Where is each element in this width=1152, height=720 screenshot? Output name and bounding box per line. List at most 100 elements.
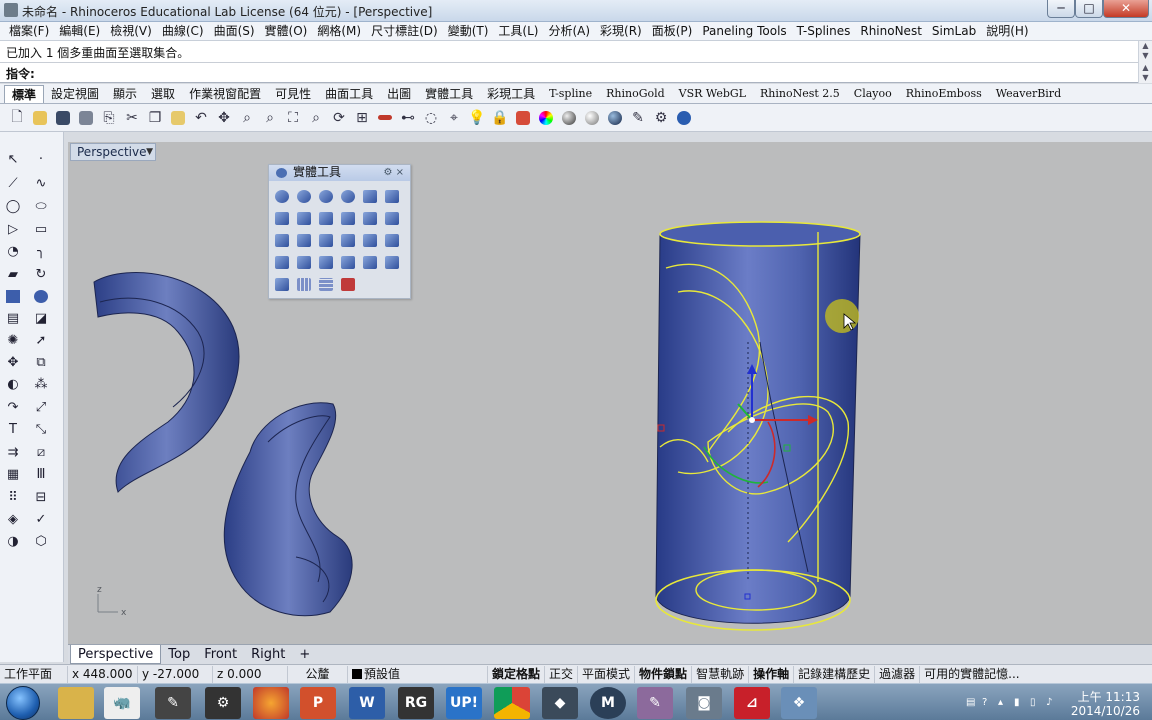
properties-icon[interactable]: ✎ <box>627 107 649 129</box>
tab-clayoo[interactable]: Clayoo <box>847 85 899 103</box>
tray-arrow-icon[interactable]: ▴ <box>998 697 1009 708</box>
firefox-icon[interactable] <box>253 687 289 719</box>
box-solid-icon[interactable] <box>2 285 24 307</box>
menu-help[interactable]: 說明(H) <box>981 22 1033 40</box>
chrome-icon[interactable] <box>494 687 530 719</box>
rotate-icon[interactable]: ↷ <box>2 396 24 418</box>
arc-icon[interactable]: ◔ <box>2 240 24 262</box>
color-wheel-icon[interactable] <box>535 107 557 129</box>
tab-viewport-layout[interactable]: 作業視窗配置 <box>182 85 268 103</box>
zoom-extents-icon[interactable]: ⛶ <box>282 107 304 129</box>
keyshot-icon[interactable]: ◆ <box>542 687 578 719</box>
copy-icon[interactable]: ❐ <box>144 107 166 129</box>
toolkit-icon[interactable]: ⚙ <box>205 687 241 719</box>
pan-icon[interactable]: ✥ <box>213 107 235 129</box>
dimension-icon[interactable]: ⤡ <box>30 418 52 440</box>
menu-simlab[interactable]: SimLab <box>927 22 981 40</box>
delete-mesh-icon[interactable] <box>338 274 358 294</box>
grid-array-icon[interactable]: ⠿ <box>2 486 24 508</box>
word-icon[interactable]: W <box>349 687 385 719</box>
twisted-ribbon-left[interactable] <box>93 272 240 493</box>
menu-panels[interactable]: 面板(P) <box>647 22 698 40</box>
array-icon[interactable]: Ⅲ <box>30 463 52 485</box>
tab-right[interactable]: Right <box>244 645 292 664</box>
lock-icon[interactable]: 🔒 <box>489 107 511 129</box>
app-icon[interactable]: ❖ <box>781 687 817 719</box>
rotate-hole-icon[interactable] <box>382 230 402 250</box>
paint-icon[interactable]: ✎ <box>637 687 673 719</box>
analyze-icon[interactable]: ◈ <box>2 508 24 530</box>
minimize-button[interactable]: ─ <box>1047 0 1075 18</box>
gear-icon[interactable]: ⚙ <box>383 167 392 178</box>
perspective-viewport[interactable]: z x <box>68 142 1152 644</box>
close-button[interactable]: ✕ <box>1103 0 1149 18</box>
check-solid-icon[interactable] <box>272 274 292 294</box>
menu-tools[interactable]: 工具(L) <box>493 22 543 40</box>
move-edge-icon[interactable] <box>294 230 314 250</box>
twisted-ribbon-middle[interactable] <box>223 402 353 617</box>
polygon-icon[interactable]: ▷ <box>2 218 24 240</box>
layer-icon[interactable] <box>512 107 534 129</box>
zoom-window-icon[interactable]: ⌕ <box>259 107 281 129</box>
tray-volume-icon[interactable]: ♪ <box>1046 697 1057 708</box>
text-solid-icon[interactable] <box>316 252 336 272</box>
revolve-icon[interactable]: ↻ <box>30 263 52 285</box>
menu-paneling-tools[interactable]: Paneling Tools <box>697 22 791 40</box>
grid-snap-icon[interactable]: ◌ <box>420 107 442 129</box>
scale-icon[interactable]: ⤢ <box>30 396 52 418</box>
boolean-union-icon[interactable] <box>30 285 52 307</box>
explorer-icon[interactable] <box>58 687 94 719</box>
tab-rhinogold[interactable]: RhinoGold <box>599 85 672 103</box>
tab-top[interactable]: Top <box>161 645 197 664</box>
split-icon[interactable]: ⧄ <box>30 441 52 463</box>
delete-hole-icon[interactable] <box>294 252 314 272</box>
boolean-difference-icon[interactable] <box>294 186 314 206</box>
chamfer-edge-icon[interactable] <box>316 208 336 228</box>
menu-curve[interactable]: 曲線(C) <box>157 22 209 40</box>
status-smart-track[interactable]: 智慧軌跡 <box>692 665 750 683</box>
menu-dimension[interactable]: 尺寸標註(D) <box>366 22 443 40</box>
panel-controls[interactable]: ⚙ × <box>383 165 404 180</box>
text-icon[interactable]: T <box>2 418 24 440</box>
save-icon[interactable] <box>52 107 74 129</box>
shaded-sphere-icon[interactable] <box>581 107 603 129</box>
edit-edges-icon[interactable] <box>360 252 380 272</box>
open-folder-icon[interactable] <box>29 107 51 129</box>
select-arrow-icon[interactable]: ↖ <box>2 148 24 170</box>
acrobat-icon[interactable]: ⊿ <box>734 687 770 719</box>
import-icon[interactable]: ⎘ <box>98 107 120 129</box>
zoom-icon[interactable]: ⌕ <box>236 107 258 129</box>
move-face-icon[interactable] <box>272 230 292 250</box>
cylinder-solid[interactable] <box>655 221 861 631</box>
move-icon[interactable]: ✥ <box>2 351 24 373</box>
polyline-icon[interactable]: ⟋ <box>2 172 24 194</box>
status-layer[interactable]: 預設值 <box>348 665 488 683</box>
show-edges-icon[interactable] <box>382 252 402 272</box>
hide-icon[interactable]: ⬡ <box>30 530 52 552</box>
mesh-solid-icon[interactable] <box>294 274 314 294</box>
menu-solid[interactable]: 實體(O) <box>260 22 313 40</box>
tab-vsr-webgl[interactable]: VSR WebGL <box>672 85 753 103</box>
mesh-plane-icon[interactable]: ◪ <box>30 307 52 329</box>
ghosted-sphere-icon[interactable] <box>604 107 626 129</box>
up-printer-icon[interactable]: UP! <box>446 687 482 719</box>
maximize-button[interactable]: □ <box>1075 0 1103 18</box>
close-icon[interactable]: × <box>396 167 404 178</box>
tab-drafting[interactable]: 出圖 <box>380 85 418 103</box>
light-icon[interactable]: 💡 <box>466 107 488 129</box>
tab-rhinoemboss[interactable]: RhinoEmboss <box>899 85 989 103</box>
mesh-icon[interactable]: ▤ <box>2 307 24 329</box>
status-planar[interactable]: 平面模式 <box>578 665 636 683</box>
tab-select[interactable]: 選取 <box>144 85 182 103</box>
paint-bucket-icon[interactable]: ◐ <box>2 373 24 395</box>
clock[interactable]: 上午 11:13 2014/10/26 <box>1071 690 1140 718</box>
tab-rhinonest[interactable]: RhinoNest 2.5 <box>753 85 847 103</box>
zoom-selected-icon[interactable]: ⌕ <box>305 107 327 129</box>
status-osnap[interactable]: 物件鎖點 <box>635 665 693 683</box>
copy-object-icon[interactable]: ⧉ <box>30 351 52 373</box>
boolean-union-icon[interactable] <box>272 186 292 206</box>
command-input[interactable] <box>44 64 1124 81</box>
rectangle-icon[interactable]: ▭ <box>30 218 52 240</box>
menu-render[interactable]: 彩現(R) <box>595 22 647 40</box>
tab-standard[interactable]: 標準 <box>4 85 45 103</box>
